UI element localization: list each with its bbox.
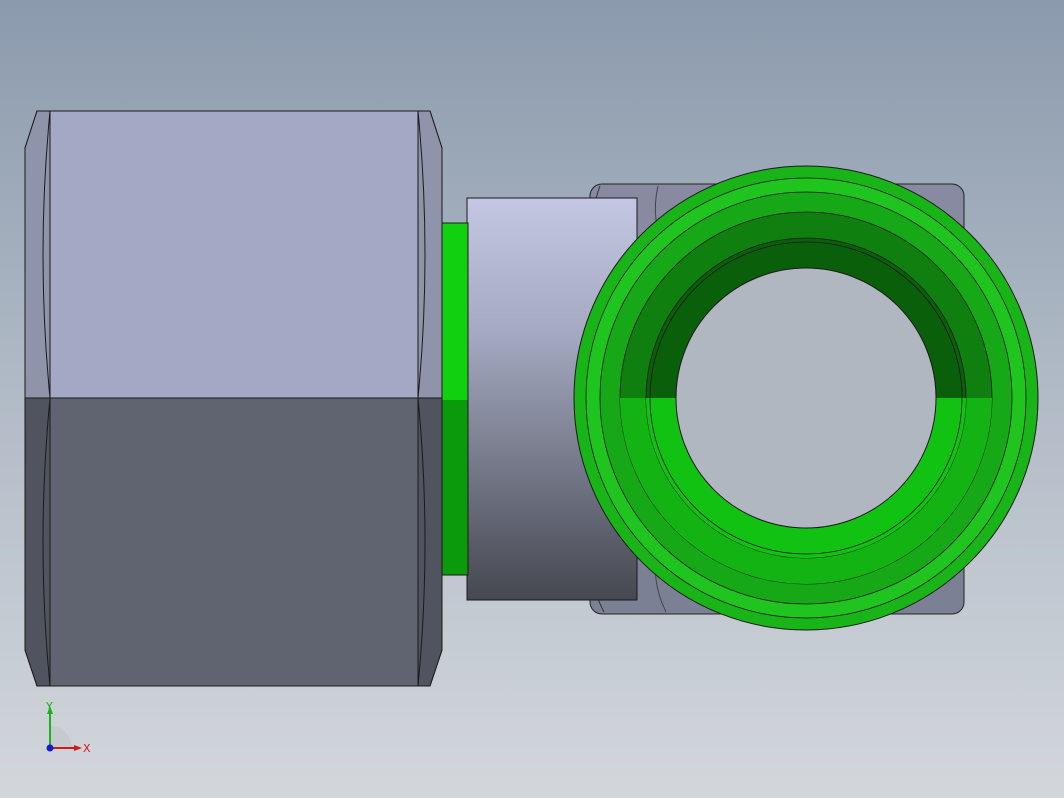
x-axis-label: X — [83, 742, 91, 755]
green-o-ring[interactable] — [441, 222, 469, 576]
hex-nut[interactable] — [24, 110, 443, 687]
threaded-port[interactable] — [573, 165, 1039, 631]
model-view[interactable] — [0, 0, 1064, 798]
coordinate-triad: Y X — [38, 700, 98, 760]
z-axis-dot — [46, 744, 54, 752]
x-axis-arrow — [74, 745, 82, 751]
y-axis-label: Y — [45, 700, 53, 713]
coordinate-triad-icon: Y X — [45, 700, 91, 755]
graphics-viewport[interactable]: Y X — [0, 0, 1064, 798]
